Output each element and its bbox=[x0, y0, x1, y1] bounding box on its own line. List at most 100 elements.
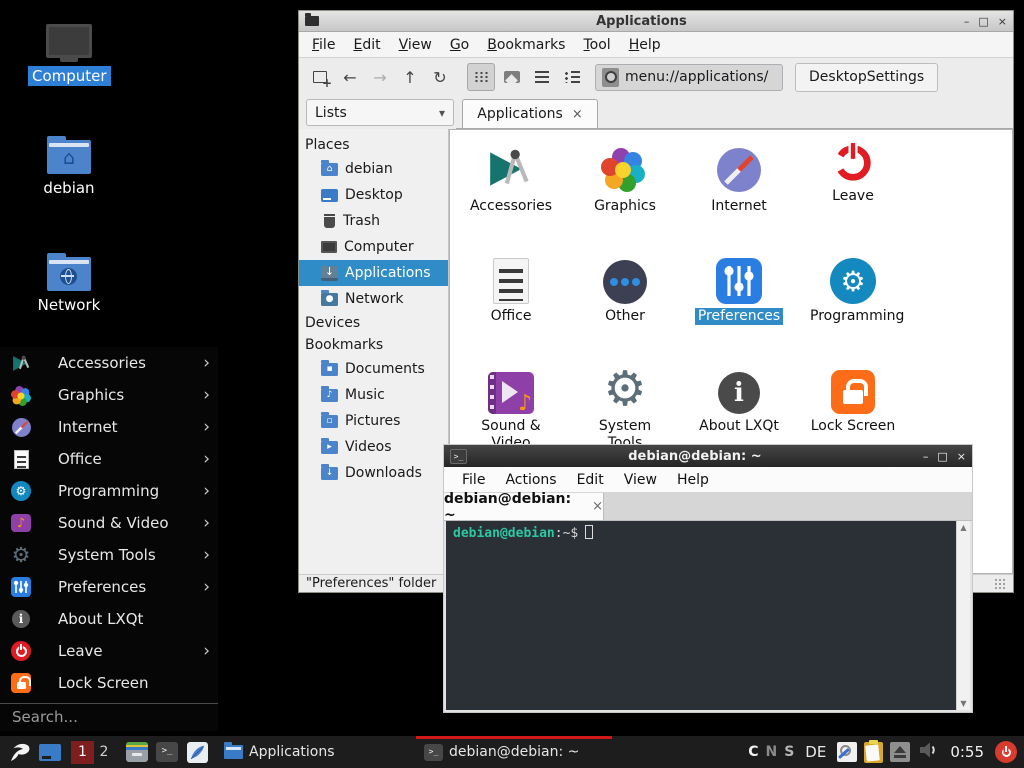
grid-item-office[interactable]: Office bbox=[454, 248, 568, 358]
forward-button[interactable]: → bbox=[367, 64, 393, 90]
menu-item-leave[interactable]: Leave bbox=[0, 635, 218, 667]
terminal-screen[interactable]: debian@debian:~$ bbox=[446, 521, 956, 710]
menu-file[interactable]: File bbox=[303, 37, 344, 53]
menu-item-system-tools[interactable]: ⚙ System Tools bbox=[0, 539, 218, 571]
sidebar-item-debian[interactable]: ⌂debian bbox=[299, 156, 448, 182]
menu-item-internet[interactable]: Internet bbox=[0, 411, 218, 443]
quicklaunch-featherpad[interactable] bbox=[184, 739, 210, 765]
sidebar-item-downloads[interactable]: ↓Downloads bbox=[299, 460, 448, 486]
back-button[interactable]: ← bbox=[337, 64, 363, 90]
quicklaunch-file-manager[interactable] bbox=[124, 739, 150, 765]
eject-tray-icon[interactable] bbox=[890, 742, 910, 762]
sidebar-item-pictures[interactable]: ▫Pictures bbox=[299, 408, 448, 434]
thumbnail-view-button[interactable] bbox=[499, 64, 525, 90]
new-tab-button[interactable] bbox=[307, 64, 333, 90]
scroll-down-icon[interactable]: ▼ bbox=[957, 699, 970, 708]
tab-terminal[interactable]: debian@debian: ~ × bbox=[444, 493, 604, 520]
grid-item-preferences[interactable]: Preferences bbox=[682, 248, 796, 358]
close-button[interactable]: × bbox=[957, 450, 966, 463]
maximize-button[interactable]: □ bbox=[937, 450, 947, 463]
submenu-arrow-icon bbox=[203, 481, 210, 501]
tab-close-icon[interactable]: × bbox=[572, 107, 583, 122]
menu-help[interactable]: Help bbox=[667, 472, 719, 488]
minimize-button[interactable]: – bbox=[964, 15, 970, 28]
menu-item-about-lxqt[interactable]: i About LXQt bbox=[0, 603, 218, 635]
task-button-terminal[interactable]: >_ debian@debian: ~ bbox=[416, 736, 612, 768]
maximize-button[interactable]: □ bbox=[978, 15, 988, 28]
menu-item-graphics[interactable]: Graphics bbox=[0, 379, 218, 411]
clock[interactable]: 0:55 bbox=[950, 743, 984, 761]
icon-view-button[interactable] bbox=[467, 63, 495, 91]
sidebar-item-applications[interactable]: ↓Applications bbox=[299, 260, 448, 286]
sidebar-item-network[interactable]: ●Network bbox=[299, 286, 448, 312]
window-title: debian@debian: ~ bbox=[467, 449, 923, 464]
tab-applications[interactable]: Applications × bbox=[462, 99, 598, 128]
power-button[interactable] bbox=[995, 741, 1017, 763]
reload-button[interactable]: ↻ bbox=[427, 64, 453, 90]
detailed-list-button[interactable] bbox=[559, 64, 585, 90]
menu-item-lock-screen[interactable]: Lock Screen bbox=[0, 667, 218, 699]
clipboard-tray-icon[interactable] bbox=[864, 742, 883, 763]
desktop-icon-computer[interactable]: Computer bbox=[28, 24, 110, 86]
submenu-arrow-icon bbox=[203, 353, 210, 373]
fm-titlebar[interactable]: Applications – □ × bbox=[299, 11, 1013, 32]
programming-icon: ⚙ bbox=[830, 248, 876, 304]
address-bar[interactable]: menu://applications/ bbox=[595, 64, 783, 91]
sidebar-item-desktop[interactable]: Desktop bbox=[299, 182, 448, 208]
volume-icon[interactable] bbox=[917, 739, 939, 765]
grid-item-accessories[interactable]: Accessories bbox=[454, 138, 568, 248]
menu-help[interactable]: Help bbox=[620, 37, 670, 53]
grid-item-graphics[interactable]: Graphics bbox=[568, 138, 682, 248]
desktop-icon-debian[interactable]: ⌂ debian bbox=[28, 136, 110, 198]
menu-item-preferences[interactable]: Preferences bbox=[0, 571, 218, 603]
terminal-window: >_ debian@debian: ~ – □ × File Actions E… bbox=[443, 444, 973, 713]
terminal-titlebar[interactable]: >_ debian@debian: ~ – □ × bbox=[444, 445, 972, 467]
task-button-applications[interactable]: Applications bbox=[216, 736, 412, 768]
grid-item-internet[interactable]: Internet bbox=[682, 138, 796, 248]
minimize-button[interactable]: – bbox=[923, 450, 929, 463]
up-button[interactable]: ↑ bbox=[397, 64, 423, 90]
start-menu-button[interactable] bbox=[7, 739, 33, 765]
keyboard-layout[interactable]: DE bbox=[805, 743, 826, 761]
desktop-settings-button[interactable]: DesktopSettings bbox=[795, 63, 938, 92]
workspace-2-button[interactable]: 2 bbox=[94, 741, 114, 764]
applications-icon: ↓ bbox=[321, 266, 338, 281]
sidebar-item-videos[interactable]: ▸Videos bbox=[299, 434, 448, 460]
menu-file[interactable]: File bbox=[452, 472, 495, 488]
menu-go[interactable]: Go bbox=[441, 37, 478, 53]
terminal-icon: >_ bbox=[156, 742, 178, 762]
menu-view[interactable]: View bbox=[614, 472, 667, 488]
compact-view-button[interactable] bbox=[529, 64, 555, 90]
quicklaunch-terminal[interactable]: >_ bbox=[154, 739, 180, 765]
menu-actions[interactable]: Actions bbox=[495, 472, 566, 488]
workspace-1-button[interactable]: 1 bbox=[71, 741, 94, 764]
terminal-scrollbar[interactable]: ▲▼ bbox=[956, 521, 970, 710]
menu-item-accessories[interactable]: Accessories bbox=[0, 347, 218, 379]
sidebar-item-music[interactable]: ♪Music bbox=[299, 382, 448, 408]
sidebar-item-computer[interactable]: Computer bbox=[299, 234, 448, 260]
menu-item-office[interactable]: Office bbox=[0, 443, 218, 475]
close-button[interactable]: × bbox=[998, 15, 1007, 28]
menu-item-programming[interactable]: ⚙ Programming bbox=[0, 475, 218, 507]
accessories-icon bbox=[486, 138, 536, 194]
resize-grip[interactable] bbox=[994, 578, 1006, 590]
desktop-icon-network[interactable]: Network bbox=[28, 253, 110, 315]
tab-close-icon[interactable]: × bbox=[592, 499, 603, 514]
grid-item-programming[interactable]: ⚙ Programming bbox=[796, 248, 910, 358]
menu-view[interactable]: View bbox=[390, 37, 441, 53]
sidebar-item-documents[interactable]: ▪Documents bbox=[299, 356, 448, 382]
menu-tool[interactable]: Tool bbox=[574, 37, 619, 53]
menu-bookmarks[interactable]: Bookmarks bbox=[478, 37, 574, 53]
menu-edit[interactable]: Edit bbox=[567, 472, 614, 488]
show-desktop-button[interactable] bbox=[37, 739, 63, 765]
about-icon: i bbox=[10, 608, 32, 630]
sidebar-mode-combo[interactable]: Lists bbox=[306, 99, 454, 126]
menu-search-input[interactable]: Search... bbox=[0, 703, 218, 731]
grid-item-leave[interactable]: Leave bbox=[796, 138, 910, 248]
menu-edit[interactable]: Edit bbox=[344, 37, 389, 53]
grid-item-other[interactable]: Other bbox=[568, 248, 682, 358]
screenshot-tray-icon[interactable] bbox=[837, 742, 857, 762]
menu-item-sound-video[interactable]: ♪ Sound & Video bbox=[0, 507, 218, 539]
sidebar-item-trash[interactable]: Trash bbox=[299, 208, 448, 234]
scroll-up-icon[interactable]: ▲ bbox=[957, 523, 970, 532]
